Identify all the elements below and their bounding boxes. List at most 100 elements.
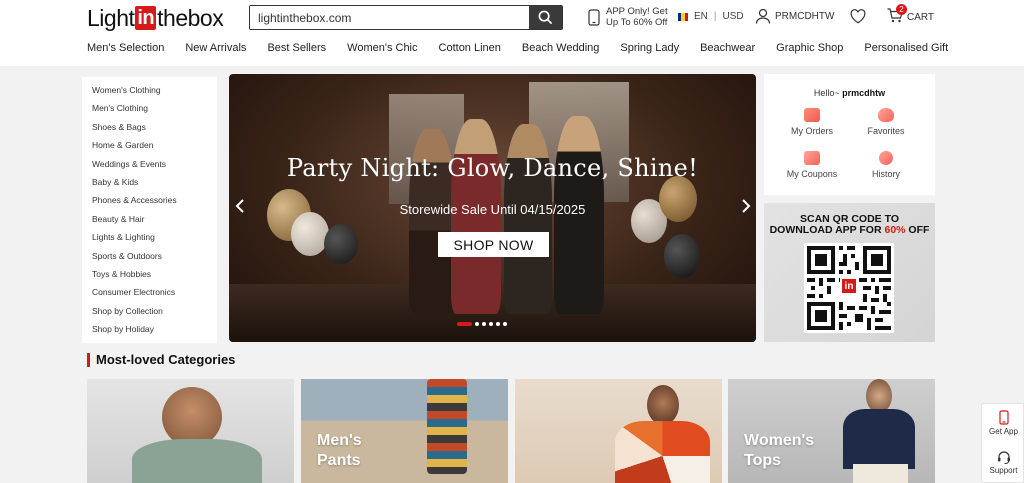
greeting-username: prmcdhtw (842, 88, 886, 98)
carousel-dots (457, 322, 507, 326)
site-logo[interactable]: Light in thebox (87, 4, 224, 31)
my-orders-link[interactable]: My Orders (782, 108, 842, 136)
tile-model-decor (843, 409, 915, 469)
carousel-dot[interactable] (457, 322, 472, 326)
language-label: EN (694, 11, 708, 22)
carousel-dot[interactable] (489, 322, 493, 326)
favorites-link[interactable]: Favorites (856, 108, 916, 136)
qr-title-post: OFF (905, 224, 930, 236)
category-sidebar: Women's Clothing Men's Clothing Shoes & … (82, 77, 217, 343)
category-item[interactable]: Shop by Holiday (92, 322, 217, 340)
nav-item[interactable]: Men's Selection (87, 42, 164, 54)
qr-code[interactable]: in (804, 243, 894, 333)
category-item[interactable]: Men's Clothing (92, 101, 217, 119)
history-label: History (871, 169, 900, 179)
flag-icon (678, 12, 688, 21)
coupon-icon (804, 151, 820, 165)
heart-icon (850, 9, 866, 24)
account-link[interactable]: PRMCDHTW (755, 8, 834, 24)
nav-item[interactable]: Personalised Gift (864, 42, 948, 54)
nav-item[interactable]: Beach Wedding (522, 42, 599, 54)
category-item[interactable]: Consumer Electronics (92, 285, 217, 303)
nav-item[interactable]: Women's Chic (347, 42, 417, 54)
nav-item[interactable]: Spring Lady (620, 42, 679, 54)
search-input[interactable] (250, 6, 529, 29)
tile-caption-line1: Men's (317, 432, 362, 449)
category-item[interactable]: Shoes & Bags (92, 120, 217, 138)
category-tile-mens-pants[interactable]: Men's Pants (301, 379, 508, 483)
tile-model-decor (132, 439, 262, 483)
my-orders-label: My Orders (790, 126, 833, 136)
qr-title-pre: DOWNLOAD APP FOR (769, 224, 885, 236)
category-item[interactable]: Home & Garden (92, 138, 217, 156)
wishlist-button[interactable] (850, 9, 866, 29)
top-navigation: Men's Selection New Arrivals Best Seller… (87, 42, 969, 54)
balloon-decor (324, 224, 358, 264)
nav-item[interactable]: Best Sellers (267, 42, 326, 54)
language-currency-selector[interactable]: EN | USD (678, 11, 744, 22)
carousel-dot[interactable] (475, 322, 479, 326)
carousel-dot[interactable] (482, 322, 486, 326)
banner-title: Party Night: Glow, Dance, Shine! (286, 154, 699, 182)
heart-icon (878, 108, 894, 122)
carousel-dot[interactable] (503, 322, 507, 326)
tile-model-decor (853, 464, 908, 483)
account-username: PRMCDHTW (775, 10, 835, 22)
category-item[interactable]: Shop by Collection (92, 304, 217, 322)
app-promo[interactable]: APP Only! Get Up To 60% Off (588, 6, 668, 28)
tile-model-decor (427, 379, 467, 474)
qr-title-line2: DOWNLOAD APP FOR 60% OFF (764, 225, 935, 236)
nav-item[interactable]: New Arrivals (185, 42, 246, 54)
banner-person-decor (504, 124, 552, 314)
shop-now-button[interactable]: SHOP NOW (438, 232, 549, 257)
category-item[interactable]: Baby & Kids (92, 175, 217, 193)
site-header: Lightinthebox APP Only! Get Up To 60% Of… (0, 0, 1024, 66)
history-link[interactable]: History (856, 151, 916, 179)
support-button[interactable]: Support (982, 450, 1024, 475)
account-panel: Hello~ prmcdhtw My Orders Favorites My C… (764, 74, 935, 195)
search-button[interactable] (529, 6, 562, 29)
search-icon (538, 10, 553, 25)
phone-icon (588, 8, 600, 26)
tile-caption-line1: Women's (744, 432, 815, 449)
qr-title: SCAN QR CODE TO DOWNLOAD APP FOR 60% OFF (764, 214, 935, 236)
category-tile-womens-dresses[interactable] (515, 379, 722, 483)
nav-item[interactable]: Beachwear (700, 42, 755, 54)
section-title: Most-loved Categories (87, 353, 235, 367)
hero-banner[interactable]: Party Night: Glow, Dance, Shine! Storewi… (229, 74, 756, 342)
category-item[interactable]: Sports & Outdoors (92, 249, 217, 267)
carousel-dot[interactable] (496, 322, 500, 326)
category-item[interactable]: Weddings & Events (92, 157, 217, 175)
greeting-text: Hello~ (813, 88, 840, 98)
tile-caption: Women's Tops (744, 431, 814, 471)
nav-item[interactable]: Graphic Shop (776, 42, 843, 54)
banner-prev-arrow[interactable] (235, 198, 245, 219)
search-bar (249, 5, 563, 30)
nav-item[interactable]: Cotton Linen (439, 42, 501, 54)
get-app-button[interactable]: Get App (982, 410, 1024, 436)
qr-title-highlight: 60% (884, 224, 906, 236)
currency-label: USD (722, 11, 744, 22)
tile-model-decor (866, 379, 892, 413)
floating-side-widget: Get App Support (981, 403, 1024, 483)
logo-text-pre: Light (87, 4, 135, 31)
balloon-decor (664, 234, 700, 278)
my-coupons-link[interactable]: My Coupons (782, 151, 842, 179)
banner-subtitle: Storewide Sale Until 04/15/2025 (399, 202, 586, 217)
my-coupons-label: My Coupons (786, 169, 838, 179)
tile-caption-line2: Pants (317, 452, 361, 469)
tile-model-decor (647, 385, 679, 425)
category-tile-mens[interactable] (87, 379, 294, 483)
category-item[interactable]: Women's Clothing (92, 83, 217, 101)
orders-icon (804, 108, 820, 122)
cart-button[interactable]: 2 CART (887, 4, 934, 26)
banner-next-arrow[interactable] (741, 198, 751, 219)
clock-icon (879, 151, 893, 165)
category-item[interactable]: Toys & Hobbies (92, 267, 217, 285)
category-tile-womens-tops[interactable]: Women's Tops (728, 379, 935, 483)
headset-icon (997, 451, 1010, 464)
category-item[interactable]: Phones & Accessories (92, 193, 217, 211)
app-promo-line1: APP Only! Get (606, 6, 668, 17)
category-item[interactable]: Beauty & Hair (92, 212, 217, 230)
category-item[interactable]: Lights & Lighting (92, 230, 217, 248)
